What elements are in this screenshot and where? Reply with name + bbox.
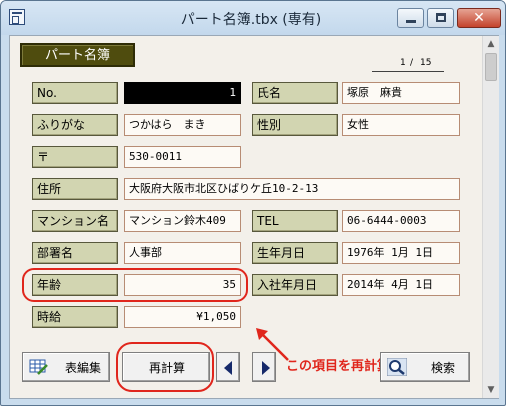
no-label: No. [32,82,118,104]
page-indicator: 1 / 15 [372,58,444,72]
gender-field[interactable]: 女性 [342,114,460,136]
name-label: 氏名 [252,82,338,104]
search-magnifier-icon [387,358,407,376]
department-field[interactable]: 人事部 [124,242,241,264]
no-field[interactable]: 1 [124,82,241,104]
postal-label: 〒 [32,146,118,168]
join-date-field[interactable]: 2014年 4月 1日 [342,274,460,296]
birthdate-field[interactable]: 1976年 1月 1日 [342,242,460,264]
title-bar[interactable]: パート名簿.tbx (専有) ✕ [1,1,505,35]
scroll-down-icon[interactable]: ▼ [483,382,499,398]
close-button[interactable]: ✕ [457,8,501,28]
minimize-icon [406,20,416,23]
mansion-field[interactable]: マンション鈴木409 [124,210,241,232]
hourly-wage-field[interactable]: ¥1,050 [124,306,241,328]
furigana-label: ふりがな [32,114,118,136]
postal-field[interactable]: 530-0011 [124,146,241,168]
database-window-icon[interactable] [9,9,25,25]
name-field[interactable]: 塚原 麻貴 [342,82,460,104]
table-edit-icon [29,359,48,375]
age-highlight-ring [22,268,248,302]
tel-field[interactable]: 06-6444-0003 [342,210,460,232]
join-date-label: 入社年月日 [252,274,338,296]
previous-record-icon [224,361,232,375]
scroll-up-icon[interactable]: ▲ [483,36,499,52]
next-record-icon [262,361,270,375]
form-header-label: パート名簿 [20,43,135,67]
recalc-annotation: この項目を再計算 [286,359,391,374]
search-label: 検索 [431,361,456,375]
page-separator: / [410,58,414,68]
recalc-highlight-ring [116,342,214,392]
birthdate-label: 生年月日 [252,242,338,264]
address-label: 住所 [32,178,118,200]
previous-record-button[interactable] [216,352,240,382]
search-button[interactable]: 検索 [380,352,470,382]
mansion-label: マンション名 [32,210,118,232]
scroll-thumb[interactable] [485,53,497,81]
maximize-button[interactable] [427,8,454,28]
table-edit-button[interactable]: 表編集 [22,352,110,382]
minimize-button[interactable] [397,8,424,28]
table-edit-label: 表編集 [65,361,102,375]
form-area: パート名簿 1 / 15 No. 1 氏名 塚原 麻貴 ふりがな つかはら まき… [9,35,499,399]
hourly-wage-label: 時給 [32,306,118,328]
app-window: パート名簿.tbx (専有) ✕ パート名簿 1 / 15 No. 1 氏名 塚… [0,0,506,406]
vertical-scrollbar[interactable]: ▲ ▼ [482,36,499,398]
window-title: パート名簿.tbx (専有) [180,12,322,28]
tel-label: TEL [252,210,338,232]
close-icon: ✕ [473,10,485,26]
maximize-icon [436,13,446,22]
department-label: 部署名 [32,242,118,264]
furigana-field[interactable]: つかはら まき [124,114,241,136]
page-current: 1 [400,58,406,68]
page-total: 15 [420,58,432,68]
next-record-button[interactable] [252,352,276,382]
gender-label: 性別 [252,114,338,136]
address-field[interactable]: 大阪府大阪市北区ひばりケ丘10-2-13 [124,178,460,200]
